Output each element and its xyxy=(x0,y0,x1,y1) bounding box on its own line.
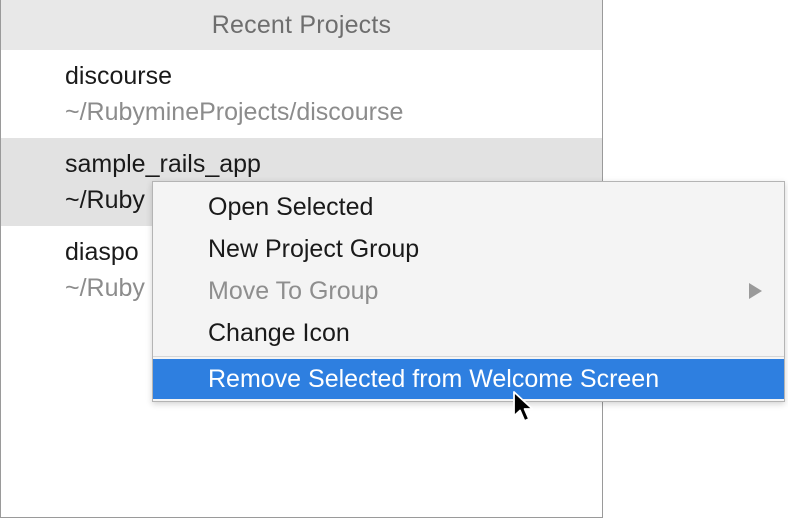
menu-item-label: New Project Group xyxy=(208,234,420,263)
menu-separator xyxy=(153,356,784,357)
project-name: discourse xyxy=(65,62,172,90)
project-context-menu: Open Selected New Project Group Move To … xyxy=(152,181,785,402)
menu-item-move-to-group: Move To Group xyxy=(153,270,784,312)
recent-projects-title: Recent Projects xyxy=(211,10,392,39)
menu-item-label: Open Selected xyxy=(208,192,374,221)
triangle-right-icon xyxy=(749,283,762,299)
menu-item-label: Move To Group xyxy=(208,276,379,305)
project-path: ~/Ruby xyxy=(65,186,145,214)
project-item-discourse[interactable]: discourse ~/RubymineProjects/discourse xyxy=(1,50,602,138)
menu-item-change-icon[interactable]: Change Icon xyxy=(153,312,784,354)
menu-item-label: Remove Selected from Welcome Screen xyxy=(208,364,660,393)
menu-item-open-selected[interactable]: Open Selected xyxy=(153,186,784,228)
project-name: diaspo xyxy=(65,238,139,266)
mouse-pointer-icon xyxy=(513,391,534,422)
project-name: sample_rails_app xyxy=(65,150,261,178)
welcome-screen: Recent Projects discourse ~/RubymineProj… xyxy=(0,0,788,520)
menu-item-label: Change Icon xyxy=(208,318,350,347)
project-path: ~/Ruby xyxy=(65,274,145,302)
menu-item-remove-from-welcome-screen[interactable]: Remove Selected from Welcome Screen xyxy=(153,359,784,399)
recent-projects-header: Recent Projects xyxy=(1,0,602,50)
project-path: ~/RubymineProjects/discourse xyxy=(65,98,404,126)
menu-item-new-project-group[interactable]: New Project Group xyxy=(153,228,784,270)
